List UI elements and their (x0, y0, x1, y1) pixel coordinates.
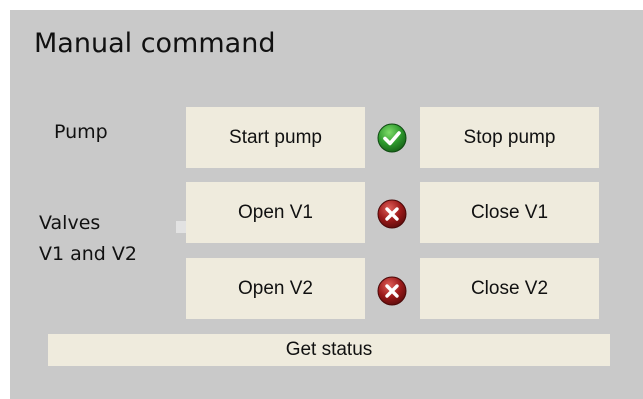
open-v1-button[interactable]: Open V1 (186, 182, 365, 243)
check-circle-icon (377, 123, 407, 153)
start-pump-button[interactable]: Start pump (186, 107, 365, 168)
valves-label-line2: V1 and V2 (39, 243, 137, 265)
get-status-button[interactable]: Get status (48, 334, 610, 366)
x-circle-icon (377, 199, 407, 229)
manual-command-panel: Manual command Pump Valves V1 and V2 Sta… (10, 10, 643, 399)
x-circle-icon (377, 276, 407, 306)
panel-title: Manual command (34, 28, 276, 59)
close-v2-button[interactable]: Close V2 (420, 258, 599, 319)
valves-label: Valves V1 and V2 (39, 208, 137, 270)
valves-label-line1: Valves (39, 212, 101, 234)
close-v1-button[interactable]: Close V1 (420, 182, 599, 243)
pump-label: Pump (54, 121, 108, 143)
stop-pump-button[interactable]: Stop pump (420, 107, 599, 168)
open-v2-button[interactable]: Open V2 (186, 258, 365, 319)
